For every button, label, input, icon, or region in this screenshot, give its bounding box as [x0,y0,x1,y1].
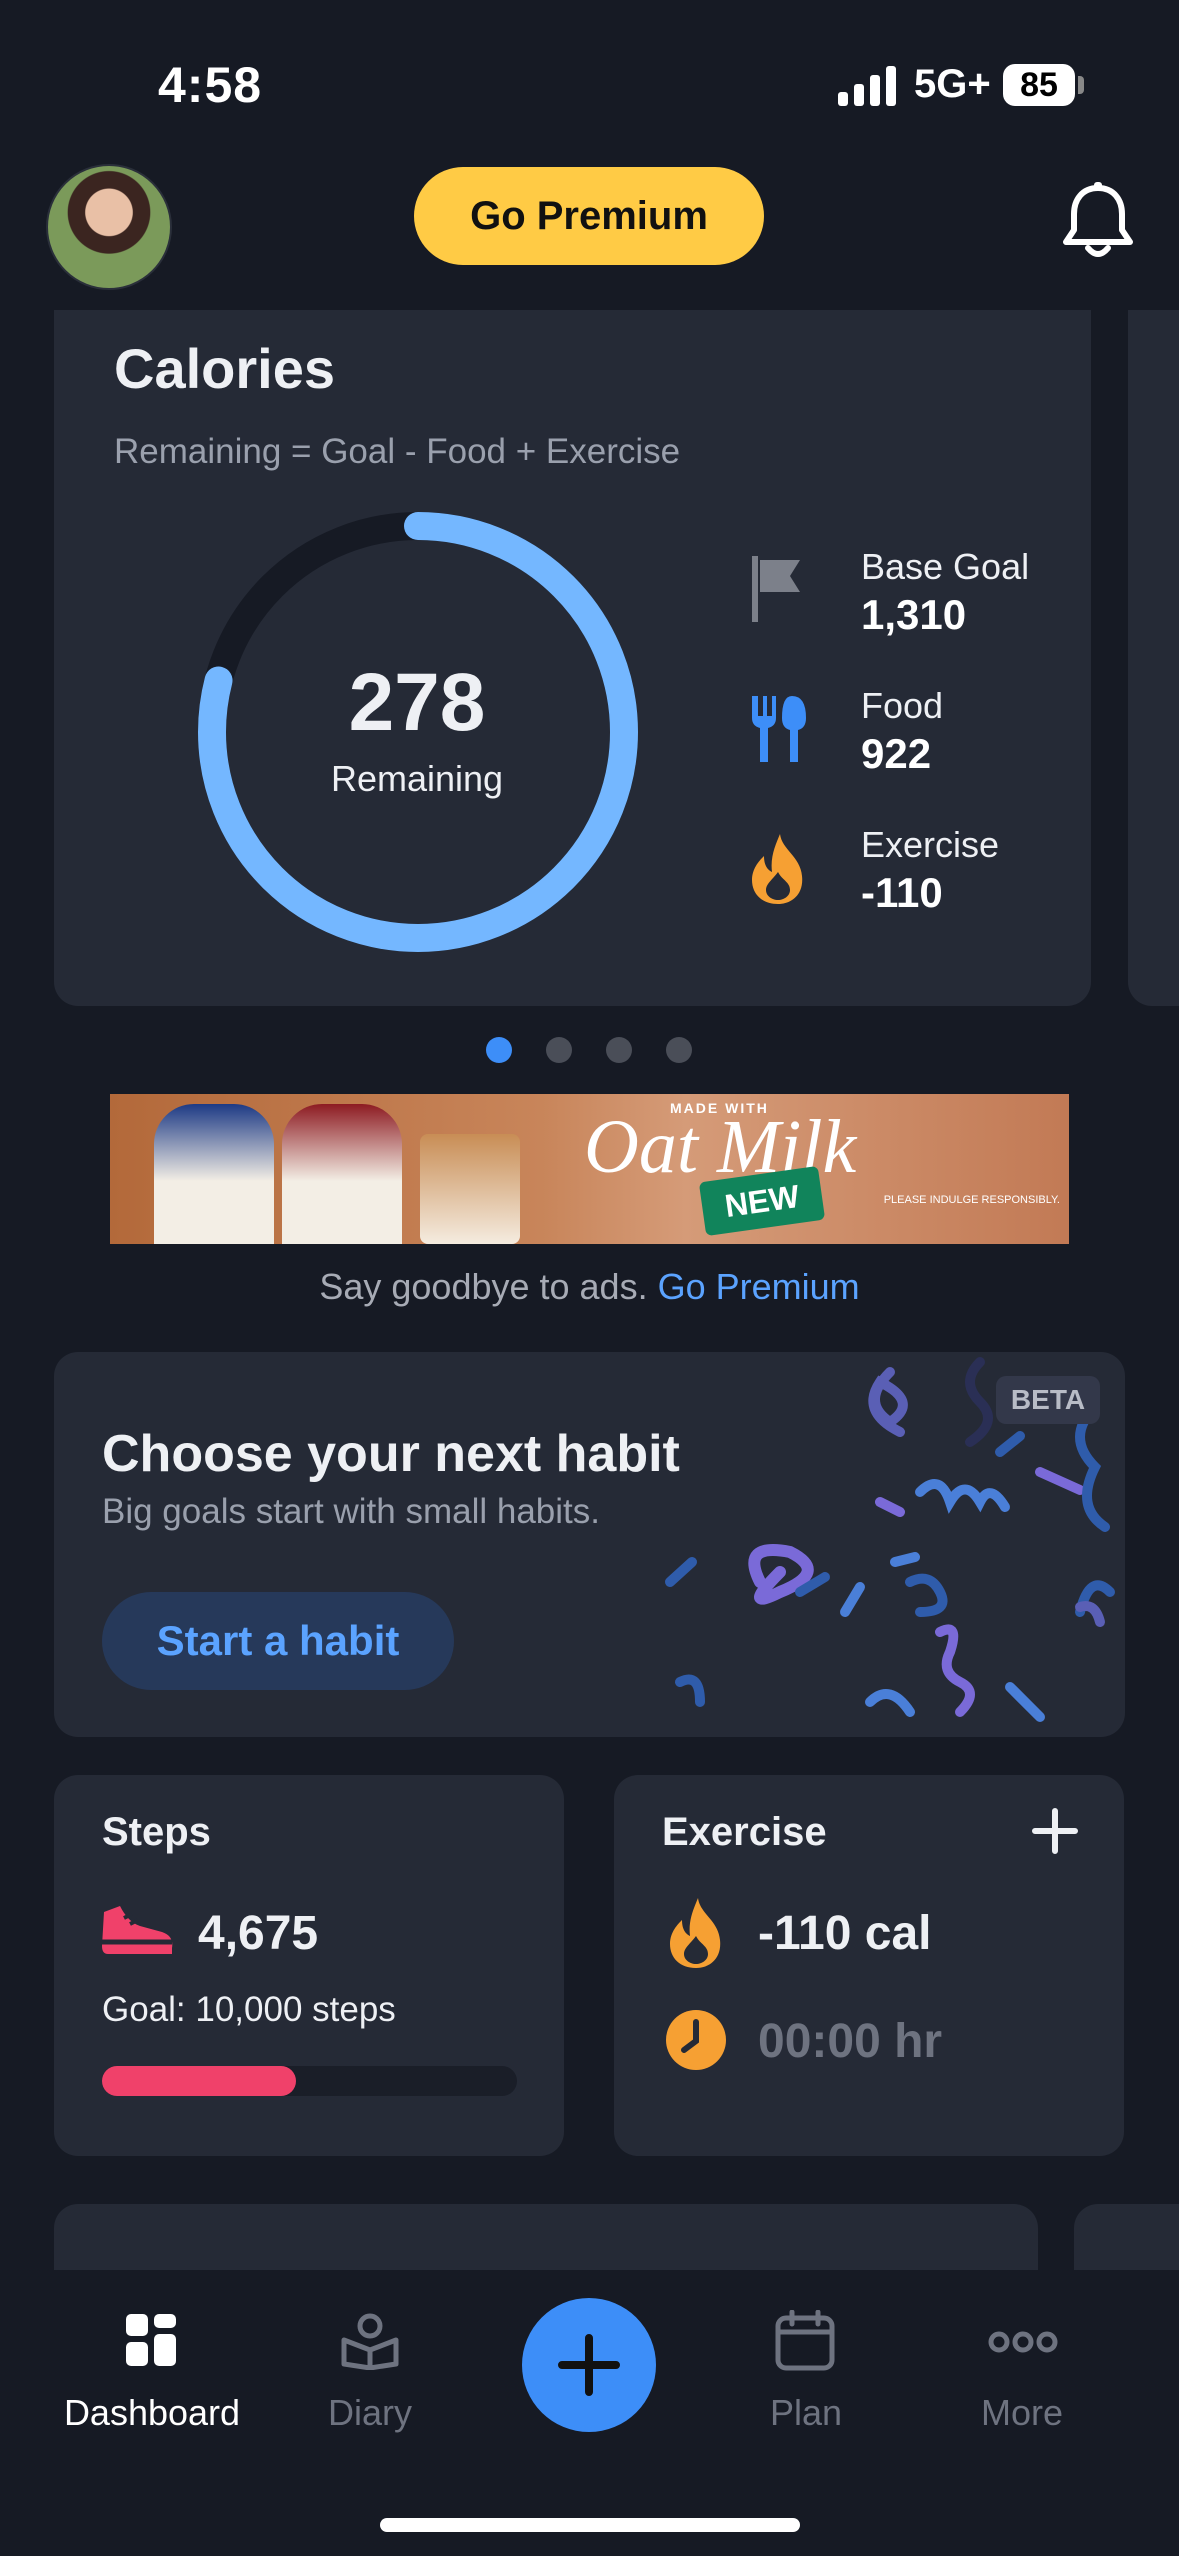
shoe-icon [102,1906,173,1954]
steps-title: Steps [102,1810,211,1854]
more-icon[interactable] [988,2330,1058,2354]
exercise-title: Exercise [662,1810,827,1854]
tab-dashboard[interactable]: Dashboard [42,2392,262,2434]
pager-dot-3[interactable] [606,1037,632,1063]
ad-bottle-image [154,1104,274,1244]
plus-icon [558,2334,620,2396]
utensils-icon [752,696,806,762]
go-premium-button[interactable]: Go Premium [414,167,764,265]
ad-fine-print: PLEASE INDULGE RESPONSIBLY. [883,1194,1060,1206]
steps-goal: Goal: 10,000 steps [102,1990,396,2029]
beta-badge: BETA [996,1376,1100,1424]
tab-diary[interactable]: Diary [260,2392,480,2434]
ad-banner[interactable]: MADE WITH Oat Milk NEW PLEASE INDULGE RE… [110,1094,1069,1244]
food-label: Food [861,685,944,726]
clock-icon [666,2010,726,2070]
diary-icon[interactable] [340,2310,400,2370]
tab-plan[interactable]: Plan [696,2392,916,2434]
flame-icon [670,1898,721,1968]
base-goal-label: Base Goal [861,546,1030,587]
add-button[interactable] [522,2298,656,2432]
remaining-value: 278 [348,657,486,748]
steps-progress-fill [102,2066,296,2096]
tab-more[interactable]: More [912,2392,1132,2434]
bell-icon[interactable] [1060,180,1136,262]
base-goal-value: 1,310 [861,591,967,638]
exercise-duration: 00:00 hr [758,2015,943,2068]
calories-formula: Remaining = Goal - Food + Exercise [114,432,681,471]
exercise-stat-value: -110 [861,869,943,916]
flame-icon [752,834,803,904]
home-indicator [380,2518,800,2532]
steps-value: 4,675 [198,1907,319,1960]
ad-bottle-image [282,1104,402,1244]
habit-title: Choose your next habit [102,1425,680,1483]
habit-subtitle: Big goals start with small habits. [102,1492,600,1531]
status-time: 4:58 [158,57,263,113]
pager-dot-1[interactable] [486,1037,512,1063]
food-value: 922 [861,730,932,777]
start-habit-button[interactable]: Start a habit [102,1592,454,1690]
ad-caption-text: Say goodbye to ads. [319,1266,648,1307]
calories-title: Calories [114,337,335,400]
add-exercise-icon[interactable] [1030,1806,1080,1856]
exercise-stat-label: Exercise [861,824,1000,865]
battery-icon: 85 [1003,64,1075,106]
avatar[interactable] [46,164,172,290]
network-type: 5G+ [914,62,991,106]
remaining-label: Remaining [330,758,504,799]
exercise-calories: -110 cal [758,1907,932,1960]
battery-tip [1078,76,1084,94]
calendar-icon[interactable] [774,2310,836,2372]
ad-caption: Say goodbye to ads. Go Premium [0,1266,1179,1308]
signal-icon [838,66,896,106]
pager-dot-4[interactable] [666,1037,692,1063]
ad-glass-image [420,1134,520,1244]
pager-dot-2[interactable] [546,1037,572,1063]
next-card-peek[interactable] [1128,300,1179,1006]
ad-premium-link[interactable]: Go Premium [658,1266,860,1307]
flag-icon [752,556,800,622]
dashboard-icon[interactable] [124,2310,180,2370]
